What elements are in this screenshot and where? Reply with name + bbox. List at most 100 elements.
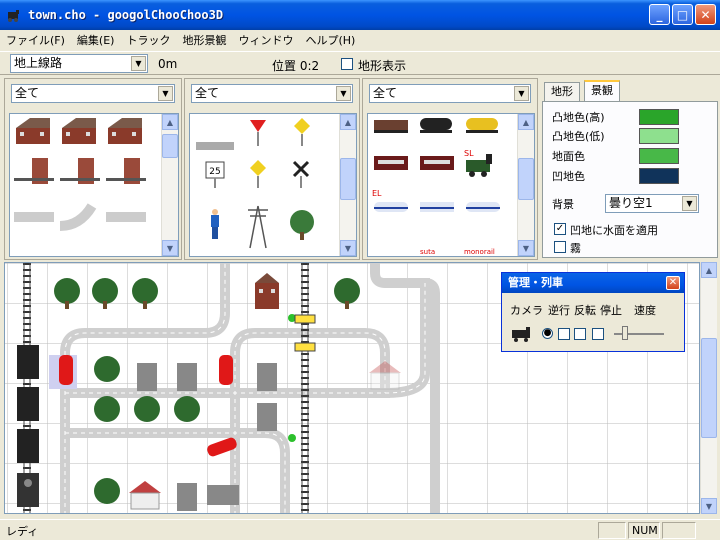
yellow-tank-car-icon[interactable] [466, 118, 498, 133]
tree-icon[interactable] [174, 396, 200, 422]
close-icon[interactable]: ✕ [666, 276, 680, 290]
building-filter-select[interactable]: 全て ▼ [11, 84, 175, 103]
chevron-down-icon[interactable]: ▼ [158, 86, 173, 101]
maximize-button[interactable]: □ [672, 4, 693, 25]
signal-icon[interactable] [288, 434, 296, 442]
road-curve-icon[interactable] [59, 203, 97, 231]
speed-limit-sign-icon[interactable]: 25 [205, 161, 225, 188]
train-car-icon[interactable] [17, 387, 39, 421]
scroll-thumb[interactable] [162, 134, 178, 158]
red-car-icon[interactable] [59, 355, 73, 385]
electric-train-icon[interactable] [374, 202, 408, 212]
color-swatch-high[interactable] [639, 109, 679, 125]
person-icon[interactable] [211, 209, 219, 239]
color-swatch-ground[interactable] [639, 148, 679, 164]
train-car-icon[interactable] [17, 345, 39, 379]
color-swatch-low[interactable] [639, 128, 679, 144]
sign-palette-scrollbar[interactable]: ▲ ▼ [339, 114, 356, 256]
scroll-down-icon[interactable]: ▼ [701, 498, 717, 514]
tab-terrain[interactable]: 地形 [544, 82, 580, 102]
fog-checkbox[interactable] [554, 241, 566, 253]
building-palette-scrollbar[interactable]: ▲ ▼ [161, 114, 178, 256]
bullet-train-icon[interactable] [466, 202, 500, 212]
road-piece-icon[interactable] [14, 212, 54, 222]
reverse-checkbox-1[interactable] [558, 328, 570, 340]
train-filter-select[interactable]: 全て ▼ [369, 84, 531, 103]
minimize-button[interactable]: _ [649, 4, 670, 25]
chevron-down-icon[interactable]: ▼ [682, 196, 697, 211]
freight-car-icon[interactable] [374, 120, 408, 133]
sign-palette-list[interactable]: 25 ▲ ▼ [189, 113, 357, 257]
barrier-icon[interactable] [196, 142, 234, 150]
reverse-checkbox-2[interactable] [574, 328, 586, 340]
chevron-down-icon[interactable]: ▼ [336, 86, 351, 101]
level-crossing-icon[interactable] [294, 314, 316, 324]
train-palette-list[interactable]: SL EL suta monorail ▲ ▼ [367, 113, 535, 257]
scroll-thumb[interactable] [701, 338, 717, 438]
chevron-down-icon[interactable]: ▼ [514, 86, 529, 101]
track-type-select[interactable]: 地上線路 ▼ [10, 54, 148, 73]
tree-icon[interactable] [290, 210, 314, 240]
office-building-icon[interactable] [257, 403, 277, 431]
menu-help[interactable]: ヘルプ(H) [299, 32, 361, 48]
tab-scenery[interactable]: 景観 [584, 80, 620, 102]
scroll-up-icon[interactable]: ▲ [701, 262, 717, 278]
station-building-icon[interactable] [106, 158, 146, 184]
tree-icon[interactable] [94, 396, 120, 422]
office-building-icon[interactable] [177, 363, 197, 391]
camera-train-icon[interactable] [510, 325, 536, 343]
menu-track[interactable]: トラック [120, 32, 176, 48]
menu-window[interactable]: ウィンドウ [232, 32, 299, 48]
close-button[interactable]: ✕ [695, 4, 716, 25]
scroll-down-icon[interactable]: ▼ [340, 240, 356, 256]
brick-house-icon[interactable] [16, 118, 50, 144]
train-warning-sign-icon[interactable] [250, 160, 266, 188]
brick-house-icon[interactable] [108, 118, 142, 144]
passenger-car-icon[interactable] [420, 156, 454, 170]
scroll-up-icon[interactable]: ▲ [518, 114, 534, 130]
scroll-thumb[interactable] [518, 158, 534, 200]
sign-filter-select[interactable]: 全て ▼ [191, 84, 353, 103]
passenger-car-icon[interactable] [374, 156, 408, 170]
background-select[interactable]: 曇り空1 ▼ [605, 194, 699, 213]
scroll-up-icon[interactable]: ▲ [340, 114, 356, 130]
station-building-icon[interactable] [60, 158, 100, 184]
tree-icon[interactable] [134, 396, 160, 422]
road-piece-icon[interactable] [106, 212, 146, 222]
scroll-thumb[interactable] [340, 158, 356, 200]
menu-file[interactable]: ファイル(F) [0, 32, 71, 48]
title-bar[interactable]: town.cho - googolChooChoo3D _ □ ✕ [0, 0, 720, 30]
power-pylon-icon[interactable] [248, 205, 268, 249]
warning-sign-icon[interactable] [294, 118, 310, 146]
scroll-up-icon[interactable]: ▲ [162, 114, 178, 130]
building-palette-list[interactable]: ▲ ▼ [9, 113, 179, 257]
office-building-icon[interactable] [257, 363, 277, 391]
tank-car-icon[interactable] [420, 118, 452, 133]
train-palette-scrollbar[interactable]: ▲ ▼ [517, 114, 534, 256]
tree-icon[interactable] [94, 478, 120, 504]
electric-train-icon[interactable] [420, 202, 454, 212]
map-vertical-scrollbar[interactable]: ▲ ▼ [700, 262, 717, 514]
menu-edit[interactable]: 編集(E) [71, 32, 121, 48]
tree-icon[interactable] [94, 356, 120, 382]
office-building-icon[interactable] [137, 363, 157, 391]
direction-radio[interactable]: ● [542, 328, 553, 339]
speed-slider-thumb[interactable] [622, 326, 628, 340]
train-control-title-bar[interactable]: 管理・列車 ✕ [502, 273, 684, 293]
menu-terrain[interactable]: 地形景観 [176, 32, 232, 48]
terrain-display-checkbox[interactable] [341, 58, 353, 70]
steam-locomotive-icon[interactable] [17, 473, 39, 507]
yield-sign-icon[interactable] [250, 120, 266, 146]
brick-house-icon[interactable] [62, 118, 96, 144]
water-checkbox[interactable]: ✓ [554, 223, 566, 235]
red-car-icon[interactable] [219, 355, 233, 385]
train-car-icon[interactable] [17, 429, 39, 463]
scroll-down-icon[interactable]: ▼ [518, 240, 534, 256]
map-scroll-track[interactable]: ▲ ▼ [700, 262, 717, 514]
level-crossing-icon[interactable] [294, 342, 316, 352]
station-building-icon[interactable] [14, 158, 54, 184]
chevron-down-icon[interactable]: ▼ [131, 56, 146, 71]
color-swatch-valley[interactable] [639, 168, 679, 184]
office-building-icon[interactable] [207, 485, 239, 505]
scroll-down-icon[interactable]: ▼ [162, 240, 178, 256]
